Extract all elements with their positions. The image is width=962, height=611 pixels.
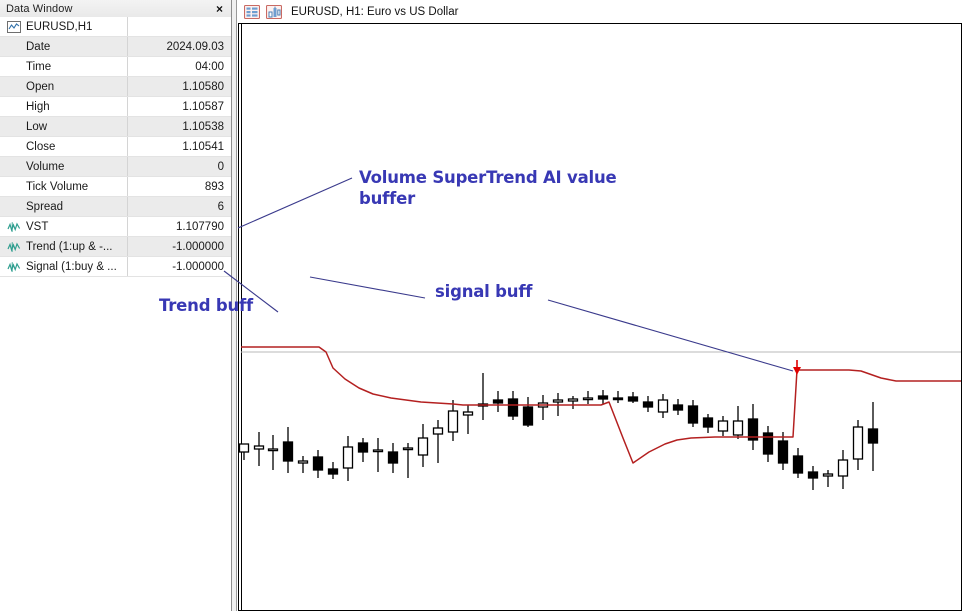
indicator-wave-icon	[7, 221, 21, 233]
data-window-row-value: 6	[217, 200, 224, 213]
data-window-row-value: 2024.09.03	[166, 40, 224, 53]
annotation-vst-buffer: Volume SuperTrend AI value buffer	[359, 168, 617, 209]
data-window-symbol-row[interactable]: EURUSD,H1	[0, 17, 231, 37]
data-window-row-label: Spread	[0, 197, 128, 216]
candlestick-series	[239, 373, 879, 490]
data-window-row[interactable]: Volume 0	[0, 157, 231, 177]
data-window-row-label: Volume	[0, 157, 128, 176]
data-window-row[interactable]: Date 2024.09.03	[0, 37, 231, 57]
data-window-empty-area	[0, 277, 231, 611]
data-window-icon[interactable]	[243, 4, 261, 19]
annotation-signal-buffer: signal buff	[435, 282, 533, 301]
data-window-title: Data Window	[6, 2, 73, 15]
data-window-row-label: Date	[0, 37, 128, 56]
data-window-row-value: -1.000000	[172, 240, 224, 253]
data-window-row-value: 1.10587	[182, 100, 224, 113]
data-window-row[interactable]: Spread 6	[0, 197, 231, 217]
data-window-row-label: High	[0, 97, 128, 116]
annotation-trend-buffer: Trend buff	[159, 296, 253, 315]
data-window-symbol-value	[128, 17, 231, 36]
chart-plot	[239, 346, 961, 490]
data-window-titlebar: Data Window ×	[0, 0, 231, 18]
chart-toolbar: EURUSD, H1: Euro vs US Dollar	[238, 0, 962, 24]
data-window-row-label: Time	[0, 57, 128, 76]
indicator-wave-icon	[7, 261, 21, 273]
data-window-row-value: 1.10538	[182, 120, 224, 133]
chart-window: EURUSD, H1: Euro vs US Dollar	[238, 0, 962, 611]
data-window-row-value: 1.10580	[182, 80, 224, 93]
data-window-row[interactable]: Trend (1:up & -... -1.000000	[0, 237, 231, 257]
data-window-row-value: 04:00	[195, 60, 224, 73]
data-window-row-label: Close	[0, 137, 128, 156]
data-window-row-value: 893	[204, 180, 224, 193]
data-window-row-label: Low	[0, 117, 128, 136]
data-window-row[interactable]: Tick Volume 893	[0, 177, 231, 197]
chart-line-icon	[7, 20, 21, 33]
data-window-row-value: 0	[217, 160, 224, 173]
data-window-row[interactable]: Open 1.10580	[0, 77, 231, 97]
indicator-wave-icon	[7, 241, 21, 253]
data-window-row[interactable]: Close 1.10541	[0, 137, 231, 157]
data-window-row-value: -1.000000	[172, 260, 224, 273]
data-window-row[interactable]: VST 1.107790	[0, 217, 231, 237]
data-window-row-value: 1.107790	[176, 220, 224, 233]
data-window-row[interactable]: High 1.10587	[0, 97, 231, 117]
close-icon[interactable]: ×	[213, 2, 226, 15]
data-window-row[interactable]: Low 1.10538	[0, 117, 231, 137]
chart-canvas[interactable]	[238, 24, 962, 611]
data-window-row-label: Tick Volume	[0, 177, 128, 196]
data-window-row[interactable]: Signal (1:buy & ... -1.000000	[0, 257, 231, 277]
data-window-row[interactable]: Time 04:00	[0, 57, 231, 77]
data-window-row-value: 1.10541	[182, 140, 224, 153]
data-window-row-label: Open	[0, 77, 128, 96]
chart-title: EURUSD, H1: Euro vs US Dollar	[291, 5, 459, 18]
sell-signal-arrow-icon	[793, 360, 801, 375]
chart-window-icon[interactable]	[265, 4, 283, 19]
